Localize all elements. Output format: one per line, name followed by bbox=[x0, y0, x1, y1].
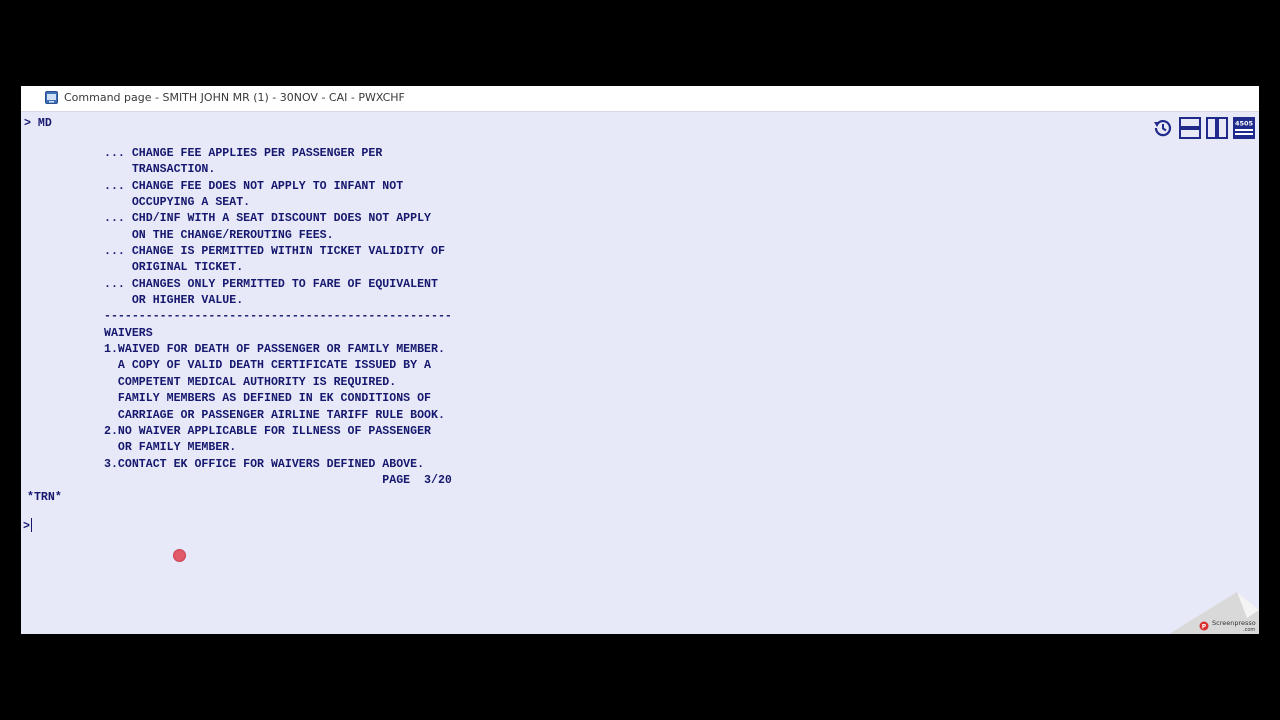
keyboard-layout-icon[interactable]: 4505 bbox=[1232, 116, 1256, 140]
keyboard-badge-label: 4505 bbox=[1235, 120, 1254, 128]
terminal-output-line: CARRIAGE OR PASSENGER AIRLINE TARIFF RUL… bbox=[104, 408, 445, 422]
history-icon[interactable] bbox=[1151, 116, 1175, 140]
terminal-output-line: ORIGINAL TICKET. bbox=[104, 261, 244, 275]
terminal-output-line: ... CHANGE FEE APPLIES PER PASSENGER PER bbox=[104, 147, 383, 160]
terminal-output-line: OR FAMILY MEMBER. bbox=[104, 441, 237, 455]
terminal-output-line: ... CHD/INF WITH A SEAT DISCOUNT DOES NO… bbox=[104, 212, 431, 226]
transaction-marker: *TRN* bbox=[27, 491, 62, 504]
terminal-output-line: TRANSACTION. bbox=[104, 163, 216, 177]
text-caret bbox=[30, 518, 32, 532]
svg-text:P: P bbox=[1202, 624, 1207, 631]
terminal-output-line: 3.CONTACT EK OFFICE FOR WAIVERS DEFINED … bbox=[104, 457, 425, 471]
screenpresso-watermark: P Screenpresso .com bbox=[1169, 592, 1259, 634]
prompt-symbol: > bbox=[23, 520, 30, 533]
terminal-output: ... CHANGE FEE APPLIES PER PASSENGER PER… bbox=[104, 146, 452, 489]
mouse-cursor-highlight bbox=[173, 549, 186, 562]
split-horizontal-icon[interactable] bbox=[1178, 116, 1202, 140]
terminal-output-line: PAGE 3/20 bbox=[104, 473, 452, 487]
terminal-icon bbox=[45, 91, 58, 104]
terminal-output-line: OR HIGHER VALUE. bbox=[104, 294, 244, 308]
window-title: Command page - SMITH JOHN MR (1) - 30NOV… bbox=[64, 91, 405, 104]
command-input-line[interactable]: > bbox=[23, 518, 32, 535]
terminal-output-line: 1.WAIVED FOR DEATH OF PASSENGER OR FAMIL… bbox=[104, 343, 445, 357]
terminal-output-line: ... CHANGES ONLY PERMITTED TO FARE OF EQ… bbox=[104, 277, 438, 291]
split-vertical-icon[interactable] bbox=[1205, 116, 1229, 140]
terminal-output-line: 2.NO WAIVER APPLICABLE FOR ILLNESS OF PA… bbox=[104, 424, 431, 438]
terminal-output-line: FAMILY MEMBERS AS DEFINED IN EK CONDITIO… bbox=[104, 392, 431, 406]
terminal-output-line: ... CHANGE IS PERMITTED WITHIN TICKET VA… bbox=[104, 245, 445, 259]
terminal-output-line: COMPETENT MEDICAL AUTHORITY IS REQUIRED. bbox=[104, 375, 397, 389]
terminal-output-line: ... CHANGE FEE DOES NOT APPLY TO INFANT … bbox=[104, 179, 404, 193]
terminal-output-line: OCCUPYING A SEAT. bbox=[104, 196, 251, 210]
terminal-output-line: WAIVERS bbox=[104, 326, 153, 340]
title-bar: Command page - SMITH JOHN MR (1) - 30NOV… bbox=[21, 86, 1259, 112]
terminal-output-line: A COPY OF VALID DEATH CERTIFICATE ISSUED… bbox=[104, 359, 431, 373]
watermark-subtext: .com bbox=[1243, 627, 1255, 633]
watermark-text: Screenpresso bbox=[1212, 619, 1256, 627]
terminal-output-line: ON THE CHANGE/REROUTING FEES. bbox=[104, 228, 334, 242]
command-page-window: Command page - SMITH JOHN MR (1) - 30NOV… bbox=[21, 86, 1259, 634]
terminal-output-line: ----------------------------------------… bbox=[104, 310, 452, 324]
command-echo: > MD bbox=[24, 117, 52, 130]
